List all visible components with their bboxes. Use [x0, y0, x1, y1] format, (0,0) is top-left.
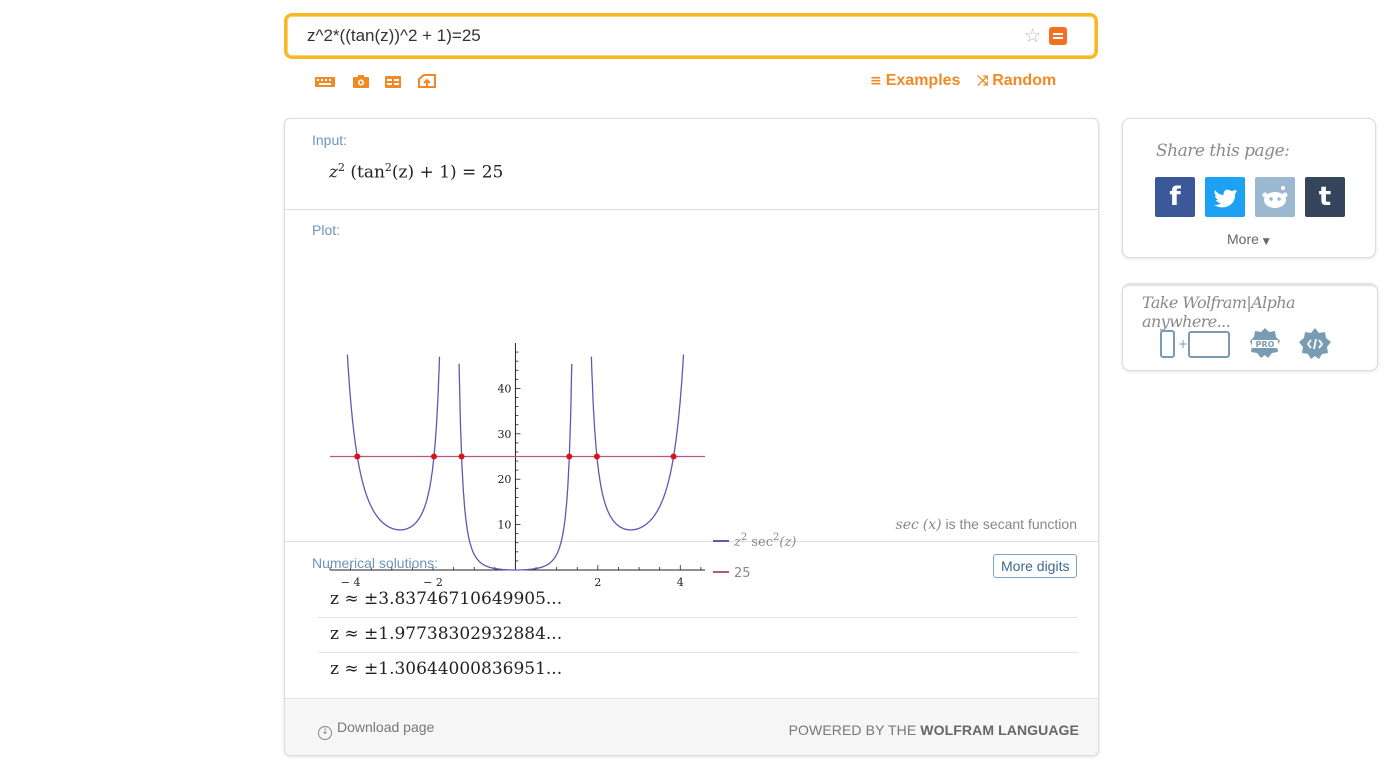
- share-more-dropdown[interactable]: More ▼: [1227, 231, 1270, 247]
- series-curve: [590, 354, 685, 531]
- keyboard-icon[interactable]: [314, 73, 336, 89]
- card-footer: ↓ Download page POWERED BY THE WOLFRAM LA…: [285, 698, 1098, 755]
- pod-title-plot: Plot:: [312, 222, 341, 238]
- list-icon: ≡: [870, 73, 882, 89]
- intersection-point: [354, 453, 361, 460]
- y-tick-label: 20: [497, 473, 511, 486]
- intersection-point: [566, 453, 573, 460]
- devices-icon[interactable]: +: [1159, 329, 1233, 359]
- input-pod: Input: z2 (tan2(z) + 1) = 25: [285, 119, 1098, 210]
- reddit-icon[interactable]: [1255, 177, 1295, 217]
- search-input[interactable]: [307, 16, 1007, 56]
- solution-row: z ≈ ±1.97738302932884...: [318, 618, 1078, 653]
- results-card: Input: z2 (tan2(z) + 1) = 25 Plot: − 4− …: [284, 118, 1099, 756]
- random-link[interactable]: ⤨ Random: [977, 72, 1056, 90]
- solution-row: z ≈ ±1.30644000836951...: [330, 659, 563, 679]
- powered-by[interactable]: POWERED BY THE WOLFRAM LANGUAGE: [789, 722, 1079, 738]
- chevron-down-icon: ▼: [1262, 237, 1270, 247]
- search-bar: ☆: [284, 13, 1098, 59]
- intersection-point: [458, 453, 465, 460]
- anywhere-title: Take Wolfram|Alpha anywhere...: [1142, 293, 1296, 331]
- examples-link[interactable]: ≡ Examples: [870, 72, 960, 90]
- svg-text:+: +: [1178, 337, 1188, 351]
- solution-row: z ≈ ±3.83746710649905...: [318, 583, 1078, 618]
- series-curve: [346, 354, 441, 531]
- input-expression: z2 (tan2(z) + 1) = 25: [329, 161, 504, 183]
- upload-icon[interactable]: [416, 73, 438, 89]
- tumblr-icon[interactable]: t: [1305, 177, 1345, 217]
- pro-badge-icon[interactable]: PRO: [1250, 328, 1280, 360]
- more-digits-button[interactable]: More digits: [993, 554, 1078, 578]
- download-icon: ↓: [318, 726, 332, 740]
- plot-note: sec (x) is the secant function: [895, 516, 1077, 533]
- compute-button[interactable]: [1049, 27, 1067, 45]
- anywhere-card: Take Wolfram|Alpha anywhere... + PRO: [1122, 283, 1378, 371]
- plot-pod: Plot: − 4− 2 2 4 10 20 30 40 z2 sec2(z) 25 sec (…: [285, 210, 1098, 589]
- intersection-point: [593, 453, 600, 460]
- y-tick-label: 40: [497, 382, 511, 395]
- share-card: Share this page: f t More ▼: [1122, 118, 1376, 258]
- intersection-point: [670, 453, 677, 460]
- shuffle-icon: ⤨: [977, 73, 989, 89]
- widget-icon[interactable]: [1299, 328, 1331, 360]
- y-tick-label: 10: [497, 519, 511, 532]
- pod-title-numerical: Numerical solutions:: [312, 555, 439, 571]
- download-page-link[interactable]: ↓ Download page: [318, 719, 434, 740]
- star-icon[interactable]: ☆: [1024, 25, 1041, 47]
- y-tick-label: 30: [497, 428, 511, 441]
- pod-title-input: Input:: [312, 132, 348, 148]
- svg-text:PRO: PRO: [1256, 340, 1275, 349]
- twitter-icon[interactable]: [1205, 177, 1245, 217]
- page: ☆ ≡Examples ⤨Random Input: z2 (ta: [0, 0, 1386, 766]
- intersection-point: [430, 453, 437, 460]
- numerical-pod: Numerical solutions: More digits z ≈ ±3.…: [285, 542, 1098, 698]
- camera-icon[interactable]: [350, 73, 372, 89]
- table-icon[interactable]: [382, 73, 404, 89]
- share-title: Share this page:: [1156, 141, 1290, 161]
- facebook-icon[interactable]: f: [1155, 177, 1195, 217]
